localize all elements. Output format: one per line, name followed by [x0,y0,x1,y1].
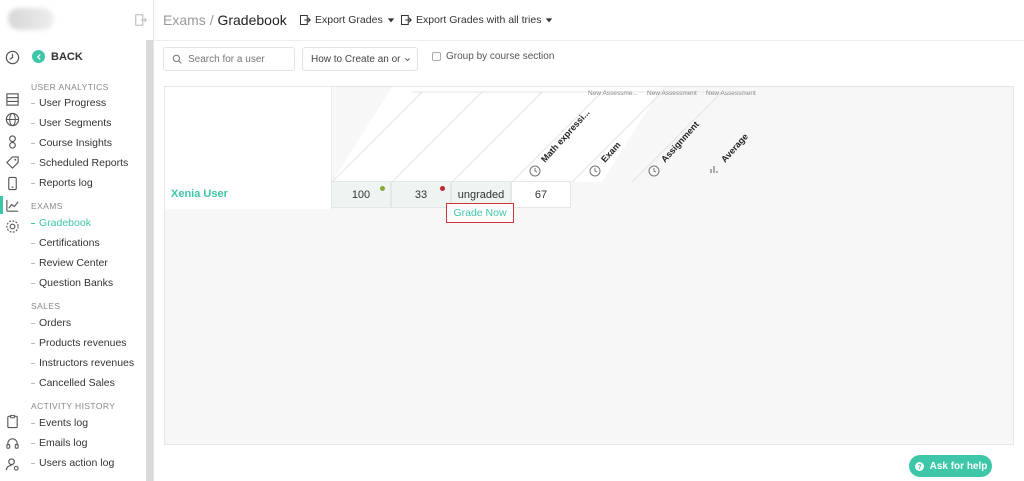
sidebar-item-certifications[interactable]: Certifications [31,237,100,249]
grade-cell-exam[interactable]: 33 [391,181,451,208]
search-icon [172,54,182,64]
grade-value: 100 [351,188,371,201]
sidebar-item-gradebook[interactable]: Gradebook [31,217,91,229]
gradebook-panel: New Assessme... New Assessment New Asses… [164,86,1014,445]
sidebar: BACK USER ANALYTICS User Progress User S… [8,0,154,481]
sidebar-item-instructors-revenues[interactable]: Instructors revenues [31,357,134,369]
ask-for-help-button[interactable]: ? Ask for help [909,455,992,477]
settings-gear-icon[interactable] [5,219,20,234]
export-icon [300,15,311,25]
gradebook-column-headers: New Assessme... New Assessment New Asses… [332,87,756,182]
chevron-left-icon [32,50,45,63]
sidebar-item-user-progress[interactable]: User Progress [31,97,106,109]
export-icon [401,15,412,25]
bar-chart-icon [710,166,718,173]
section-sales: SALES [31,301,61,311]
collapse-sidebar-icon[interactable] [134,13,148,27]
sidebar-item-products-revenues[interactable]: Products revenues [31,337,127,349]
sidebar-item-user-segments[interactable]: User Segments [31,117,111,129]
icon-rail [0,0,24,481]
course-select[interactable]: How to Create an or [302,47,418,71]
column-header-average[interactable]: Average [719,131,750,164]
user-settings-icon[interactable] [5,457,20,472]
mobile-icon[interactable] [5,176,20,191]
export-grades-all-tries-button[interactable]: Export Grades with all tries [400,14,553,26]
breadcrumb-parent[interactable]: Exams [163,12,206,28]
brand-logo [8,8,54,30]
course-select-value: How to Create an or [311,53,401,65]
group-by-section[interactable]: Group by course section [432,51,554,62]
clipboard-icon[interactable] [5,414,20,429]
section-exams: EXAMS [31,201,63,211]
list-icon[interactable] [5,92,20,107]
section-user-analytics: USER ANALYTICS [31,82,109,92]
group-by-label: Group by course section [446,51,555,62]
sidebar-item-question-banks[interactable]: Question Banks [31,277,113,289]
column-group-label: New Assessment [647,90,697,97]
sidebar-item-course-insights[interactable]: Course Insights [31,137,112,149]
back-label: BACK [51,50,83,63]
breadcrumb: Exams / Gradebook [163,12,287,28]
header-background [332,87,662,182]
group-by-checkbox[interactable] [432,52,441,61]
section-activity-history: ACTIVITY HISTORY [31,401,116,411]
assessment-clock-icon [648,165,660,177]
user-icon[interactable] [5,134,20,149]
grade-value: ungraded [457,188,505,201]
globe-icon[interactable] [5,112,20,127]
search-input[interactable] [188,53,288,65]
sidebar-scrollbar[interactable] [146,40,153,481]
rail-active-indicator [0,196,3,214]
breadcrumb-separator: / [209,12,214,28]
grade-value: 33 [414,188,428,201]
sidebar-item-users-action-log[interactable]: Users action log [31,457,114,469]
sidebar-item-reports-log[interactable]: Reports log [31,177,93,189]
help-chat-icon: ? [914,461,924,471]
user-name-link[interactable]: Xenia User [171,188,228,200]
filter-bar: How to Create an or Group by course sect… [155,42,1024,76]
grade-cell-average: 67 [511,181,571,208]
export-grades-button[interactable]: Export Grades [299,14,395,26]
column-header-assignment[interactable]: Assignment [659,119,701,164]
analytics-chart-icon[interactable] [5,198,20,213]
search-box[interactable] [163,47,295,71]
grade-value: 67 [534,188,548,201]
tag-icon[interactable] [5,155,20,170]
caret-down-icon [546,18,553,23]
sidebar-item-emails-log[interactable]: Emails log [31,437,87,449]
headset-icon[interactable] [5,436,20,451]
sidebar-item-events-log[interactable]: Events log [31,417,88,429]
back-button[interactable]: BACK [32,50,83,63]
caret-down-icon [387,18,394,23]
sidebar-item-scheduled-reports[interactable]: Scheduled Reports [31,157,128,169]
sidebar-item-orders[interactable]: Orders [31,317,71,329]
top-bar: Exams / Gradebook Export Grades Export G… [155,0,1024,41]
export-grades-all-tries-label: Export Grades with all tries [416,14,542,26]
grade-cell-math-expressions[interactable]: 100 [331,181,391,208]
sidebar-item-cancelled-sales[interactable]: Cancelled Sales [31,377,115,389]
help-label: Ask for help [929,460,988,472]
page-title: Gradebook [217,12,287,28]
svg-text:?: ? [917,463,921,470]
dashboard-clock-icon[interactable] [5,50,20,65]
grade-now-button[interactable]: Grade Now [446,203,514,223]
sidebar-item-review-center[interactable]: Review Center [31,257,108,269]
pass-marker-icon [380,186,385,191]
column-group-label: New Assessment [706,90,756,97]
chevron-down-icon [405,57,410,61]
column-group-label: New Assessme... [588,90,638,97]
export-grades-label: Export Grades [315,14,383,26]
fail-marker-icon [440,186,445,191]
